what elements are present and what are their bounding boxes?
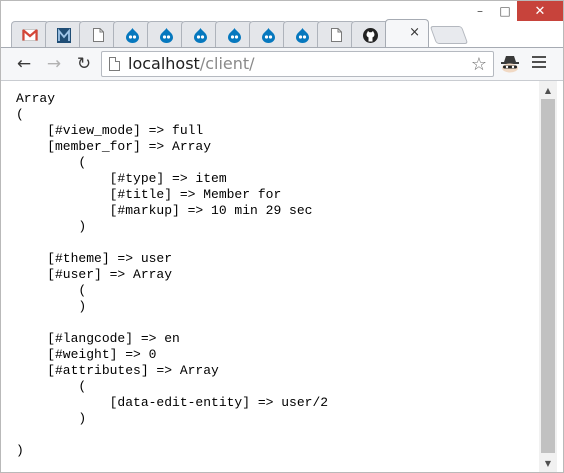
github-icon xyxy=(362,27,378,43)
menu-icon[interactable] xyxy=(532,56,546,70)
dump-line: [#attributes] => Array xyxy=(16,363,219,378)
back-button[interactable]: ← xyxy=(13,54,35,74)
page-content: Array ( [#view_mode] => full [member_for… xyxy=(1,81,539,472)
dump-line: ) xyxy=(16,443,24,458)
dump-line: ) xyxy=(16,299,87,314)
browser-window: × – □ ✕ ← → ↻ localhost/client/ ☆ Array … xyxy=(0,0,564,473)
print-r-output: Array ( [#view_mode] => full [member_for… xyxy=(16,91,328,459)
dump-line: [#view_mode] => full xyxy=(16,123,204,138)
gmail-icon xyxy=(22,27,38,43)
close-tab-icon[interactable]: × xyxy=(409,25,420,41)
tab-page-2[interactable] xyxy=(317,21,355,47)
drupal-icon xyxy=(294,27,310,43)
dump-line: [#langcode] => en xyxy=(16,331,180,346)
dump-line: ) xyxy=(16,411,87,426)
dump-line: ( xyxy=(16,155,87,170)
incognito-extension-icon[interactable] xyxy=(500,55,520,73)
scroll-down-arrow-icon[interactable]: ▼ xyxy=(539,454,557,472)
new-tab-button[interactable] xyxy=(429,26,469,44)
tab-m-logo[interactable] xyxy=(45,21,83,47)
url-host: localhost xyxy=(128,54,200,73)
drupal-icon xyxy=(192,27,208,43)
scroll-up-arrow-icon[interactable]: ▲ xyxy=(539,81,557,99)
title-bar: × – □ ✕ xyxy=(1,1,563,47)
dump-line: [#theme] => user xyxy=(16,251,173,266)
page-icon xyxy=(328,27,344,43)
tab-drupal-3[interactable] xyxy=(181,21,219,47)
vertical-scrollbar[interactable]: ▲ ▼ xyxy=(539,81,557,472)
url-path: /client/ xyxy=(199,54,255,73)
dump-line: [#markup] => 10 min 29 sec xyxy=(16,203,313,218)
page-icon xyxy=(90,27,106,43)
dump-line: [#type] => item xyxy=(16,171,227,186)
dump-line: ( xyxy=(16,107,24,122)
dump-line: [member_for] => Array xyxy=(16,139,212,154)
tab-drupal-4[interactable] xyxy=(215,21,253,47)
navigation-toolbar: ← → ↻ localhost/client/ ☆ xyxy=(1,47,563,81)
tab-drupal-2[interactable] xyxy=(147,21,185,47)
reload-button[interactable]: ↻ xyxy=(73,54,95,74)
tab-page[interactable] xyxy=(79,21,117,47)
page-icon xyxy=(109,57,120,71)
dump-line: [data-edit-entity] => user/2 xyxy=(16,395,329,410)
address-bar[interactable]: localhost/client/ ☆ xyxy=(101,51,494,77)
drupal-icon xyxy=(158,27,174,43)
drupal-icon xyxy=(124,27,140,43)
tab-github[interactable] xyxy=(351,21,389,47)
tab-strip: × xyxy=(11,19,481,47)
tab-drupal-1[interactable] xyxy=(113,21,151,47)
drupal-icon xyxy=(260,27,276,43)
tab-gmail[interactable] xyxy=(11,21,49,47)
minimize-button[interactable]: – xyxy=(467,1,493,21)
scroll-thumb[interactable] xyxy=(541,99,555,453)
dump-line: ( xyxy=(16,379,87,394)
bookmark-star-icon[interactable]: ☆ xyxy=(471,54,487,75)
dump-line: Array xyxy=(16,91,56,106)
tab-drupal-5[interactable] xyxy=(249,21,287,47)
close-window-button[interactable]: ✕ xyxy=(517,1,563,21)
maximize-button[interactable]: □ xyxy=(493,1,517,21)
tab-active-localhost[interactable]: × xyxy=(385,19,429,47)
dump-line: ) xyxy=(16,219,87,234)
forward-button[interactable]: → xyxy=(43,54,65,74)
dump-line: ( xyxy=(16,283,87,298)
drupal-icon xyxy=(226,27,242,43)
dump-line: [#user] => Array xyxy=(16,267,173,282)
tab-drupal-6[interactable] xyxy=(283,21,321,47)
dump-line: [#title] => Member for xyxy=(16,187,282,202)
m-logo-icon xyxy=(56,27,72,43)
url-text[interactable]: localhost/client/ xyxy=(128,55,255,73)
dump-line: [#weight] => 0 xyxy=(16,347,157,362)
